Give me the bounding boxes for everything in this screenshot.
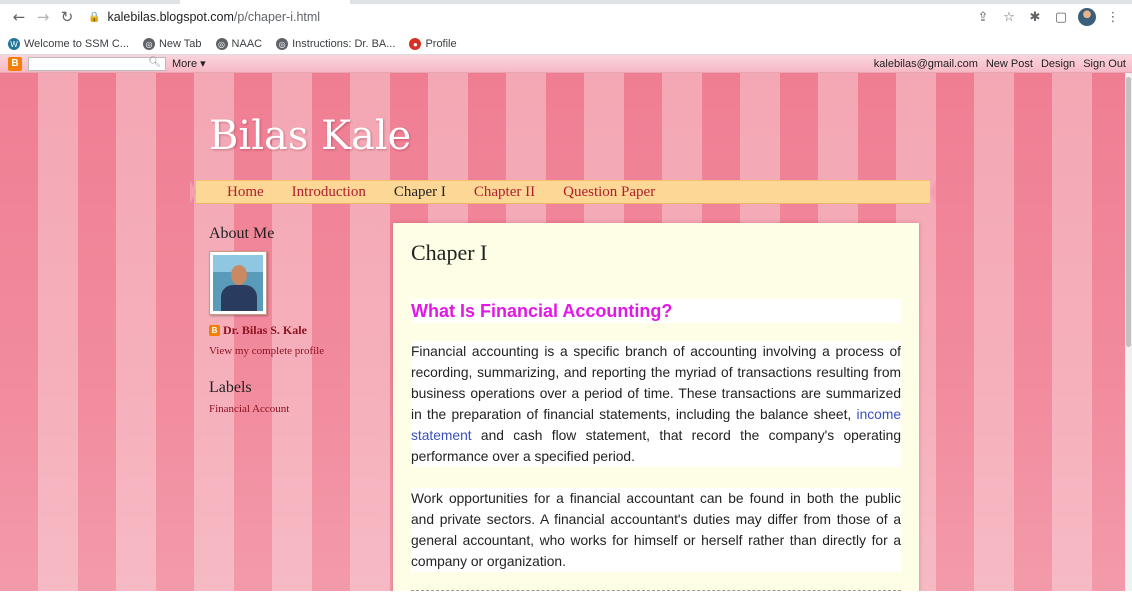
post-divider — [411, 590, 901, 591]
design-link[interactable]: Design — [1041, 58, 1075, 70]
browser-toolbar: ← → ↻ 🔒 kalebilas.blogspot.com/p/chaper-… — [0, 0, 1132, 34]
tab-question-paper[interactable]: Question Paper — [563, 184, 655, 201]
globe-icon: ◎ — [215, 38, 228, 50]
new-post-link[interactable]: New Post — [986, 58, 1033, 70]
profile-name[interactable]: B Dr. Bilas S. Kale — [209, 323, 379, 338]
about-me-heading: About Me — [209, 225, 275, 242]
bookmark-item[interactable]: ● Profile — [409, 38, 457, 50]
tab-strip-edge — [0, 0, 1132, 4]
blogger-navbar: B 🔍︎ More ▾ kalebilas@gmail.com New Post… — [0, 55, 1132, 73]
bookmark-item[interactable]: ◎ Instructions: Dr. BA... — [276, 38, 395, 50]
tab-introduction[interactable]: Introduction — [292, 184, 366, 201]
globe-icon: ◎ — [142, 38, 155, 50]
view-profile-link[interactable]: View my complete profile — [209, 345, 379, 357]
blogger-profile-icon: B — [209, 325, 220, 336]
bookmark-item[interactable]: W Welcome to SSM C... — [8, 38, 129, 50]
blogger-logo-icon[interactable]: B — [8, 56, 22, 71]
post-body: Chaper I What Is Financial Accounting? F… — [393, 223, 919, 591]
address-bar[interactable]: 🔒 kalebilas.blogspot.com/p/chaper-i.html — [88, 4, 968, 30]
tab-home[interactable]: Home — [227, 184, 264, 201]
tab-chapter-ii[interactable]: Chapter II — [474, 184, 535, 201]
post-title: Chaper I — [411, 240, 488, 265]
extensions-icon[interactable]: ✱ — [1024, 6, 1046, 28]
post-paragraph-2: Work opportunities for a financial accou… — [411, 488, 901, 572]
page-scrollbar[interactable] — [1125, 73, 1132, 591]
lock-icon: 🔒 — [88, 11, 101, 23]
bookmark-label: Welcome to SSM C... — [24, 38, 129, 50]
profile-name-text[interactable]: Dr. Bilas S. Kale — [223, 323, 307, 338]
paragraph-text: Financial accounting is a specific branc… — [411, 344, 901, 422]
reload-icon[interactable]: ↻ — [56, 6, 78, 28]
wordpress-icon: W — [8, 38, 20, 50]
url-path: /p/chaper-i.html — [233, 10, 321, 24]
forward-icon[interactable]: → — [32, 6, 54, 28]
bookmark-label: Instructions: Dr. BA... — [292, 38, 396, 50]
blog-title[interactable]: Bilas Kale — [209, 113, 411, 159]
profile-photo[interactable] — [209, 251, 267, 315]
bookmark-item[interactable]: ◎ New Tab — [142, 38, 202, 50]
page-tabs: Home Introduction Chaper I Chapter II Qu… — [190, 180, 936, 204]
search-icon[interactable]: 🔍︎ — [148, 57, 161, 68]
bookmark-label: New Tab — [158, 38, 202, 50]
profile-avatar-icon[interactable] — [1076, 6, 1098, 28]
globe-icon: ◎ — [276, 38, 289, 50]
sidebar: About Me B Dr. Bilas S. Kale View my com… — [209, 225, 379, 415]
bookmark-star-icon[interactable]: ☆ — [998, 6, 1020, 28]
bookmark-label: Profile — [425, 38, 457, 50]
bookmark-label: NAAC — [231, 38, 263, 50]
profile-icon: ● — [409, 38, 422, 50]
menu-kebab-icon[interactable]: ⋮ — [1102, 6, 1124, 28]
sign-out-link[interactable]: Sign Out — [1083, 58, 1126, 70]
bookmarks-bar: W Welcome to SSM C... ◎ New Tab ◎ NAAC ◎… — [0, 34, 1132, 55]
paragraph-text: and cash flow statement, that record the… — [411, 428, 901, 464]
share-icon[interactable]: ⇪ — [972, 6, 994, 28]
labels-heading: Labels — [209, 379, 252, 396]
bookmark-item[interactable]: ◎ NAAC — [215, 38, 263, 50]
side-panel-icon[interactable]: ▢ — [1050, 6, 1072, 28]
back-icon[interactable]: ← — [8, 6, 30, 28]
blog-search-input[interactable]: 🔍︎ — [28, 56, 166, 71]
label-financial-account[interactable]: Financial Account — [209, 403, 379, 415]
url-host: kalebilas.blogspot.com — [107, 10, 234, 24]
post-paragraph-1: Financial accounting is a specific branc… — [411, 341, 901, 467]
blog-page: Bilas Kale Home Introduction Chaper I Ch… — [0, 73, 1132, 591]
account-email: kalebilas@gmail.com — [873, 57, 978, 70]
more-menu[interactable]: More ▾ — [172, 57, 206, 70]
tab-chaper-i[interactable]: Chaper I — [394, 184, 446, 201]
post-subtitle: What Is Financial Accounting? — [411, 299, 901, 323]
